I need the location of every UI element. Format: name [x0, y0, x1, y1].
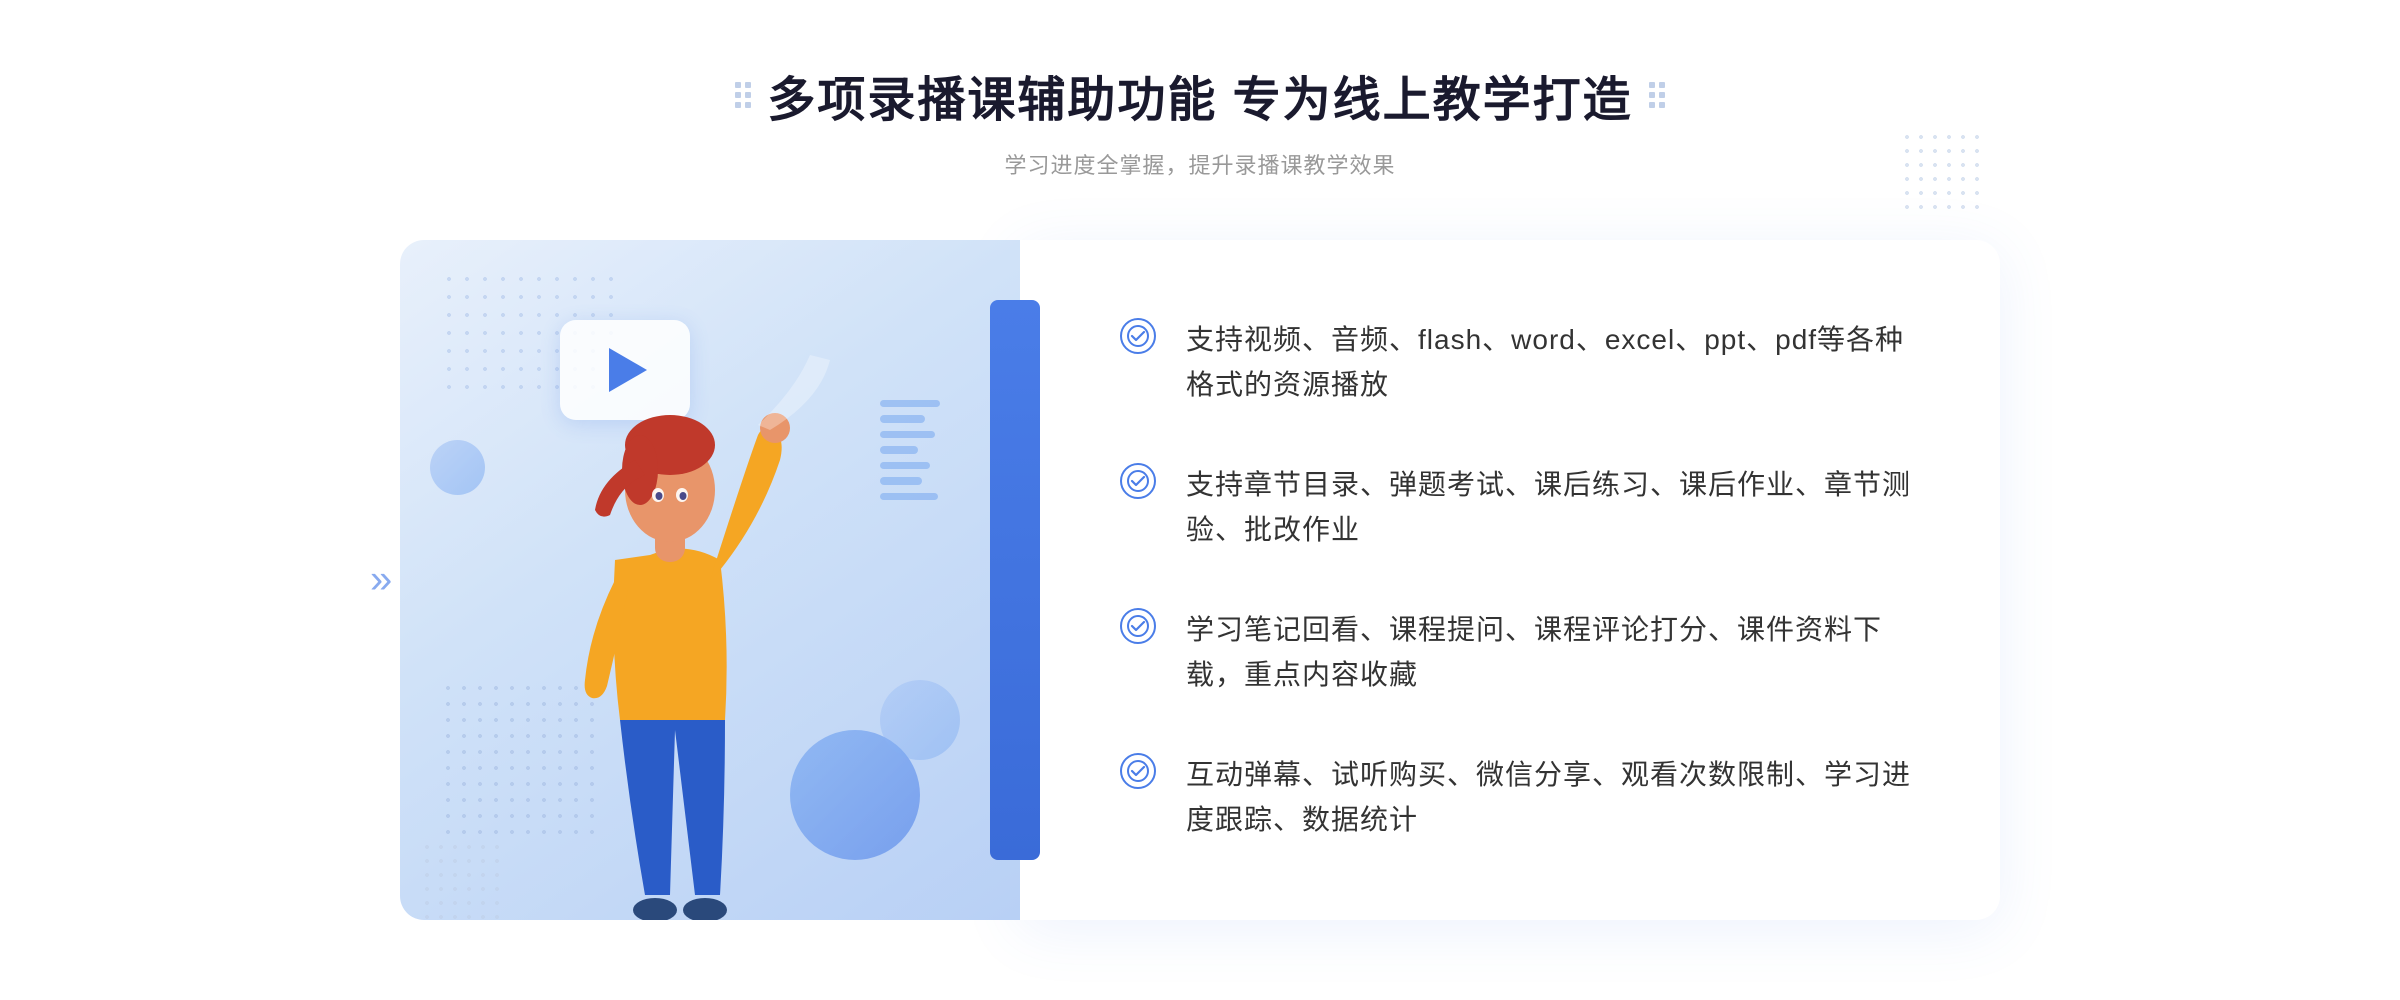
feature-text-4: 互动弹幕、试听购买、微信分享、观看次数限制、学习进度跟踪、数据统计 — [1186, 753, 1920, 843]
check-icon-1 — [1120, 318, 1156, 354]
feature-text-3: 学习笔记回看、课程提问、课程评论打分、课件资料下载，重点内容收藏 — [1186, 608, 1920, 698]
check-icon-4 — [1120, 753, 1156, 789]
feature-text-2: 支持章节目录、弹题考试、课后练习、课后作业、章节测验、批改作业 — [1186, 463, 1920, 553]
feature-item-1: 支持视频、音频、flash、word、excel、ppt、pdf等各种格式的资源… — [1120, 318, 1920, 408]
check-svg-4 — [1127, 760, 1149, 782]
title-dots-right — [1649, 82, 1665, 108]
circle-decoration-small — [880, 680, 960, 760]
stripes-decoration — [880, 400, 940, 500]
blue-accent-bar — [990, 300, 1040, 860]
page-container: 多项录播课辅助功能 专为线上教学打造 学习进度全掌握，提升录播课教学效果 » — [0, 0, 2400, 1000]
header-section: 多项录播课辅助功能 专为线上教学打造 学习进度全掌握，提升录播课教学效果 — [0, 60, 2400, 180]
page-subtitle: 学习进度全掌握，提升录播课教学效果 — [0, 148, 2400, 180]
check-svg-2 — [1127, 470, 1149, 492]
feature-item-4: 互动弹幕、试听购买、微信分享、观看次数限制、学习进度跟踪、数据统计 — [1120, 753, 1920, 843]
check-icon-2 — [1120, 463, 1156, 499]
content-panel: 支持视频、音频、flash、word、excel、ppt、pdf等各种格式的资源… — [1020, 240, 2000, 920]
dots-outer-top-right — [1900, 130, 1980, 210]
illustration-panel — [400, 240, 1020, 920]
page-title: 多项录播课辅助功能 专为线上教学打造 — [767, 60, 1632, 130]
feature-item-2: 支持章节目录、弹题考试、课后练习、课后作业、章节测验、批改作业 — [1120, 463, 1920, 553]
main-content: » — [400, 240, 2000, 920]
check-icon-3 — [1120, 608, 1156, 644]
left-chevron-decoration: » — [370, 558, 392, 603]
circle-small-left — [430, 440, 485, 495]
check-svg-3 — [1127, 615, 1149, 637]
title-dots-left — [735, 82, 751, 108]
title-row: 多项录播课辅助功能 专为线上教学打造 — [0, 60, 2400, 130]
feature-text-1: 支持视频、音频、flash、word、excel、ppt、pdf等各种格式的资源… — [1186, 318, 1920, 408]
check-svg-1 — [1127, 325, 1149, 347]
human-figure — [500, 340, 840, 920]
feature-item-3: 学习笔记回看、课程提问、课程评论打分、课件资料下载，重点内容收藏 — [1120, 608, 1920, 698]
dots-outer-bottom-left — [420, 840, 500, 920]
